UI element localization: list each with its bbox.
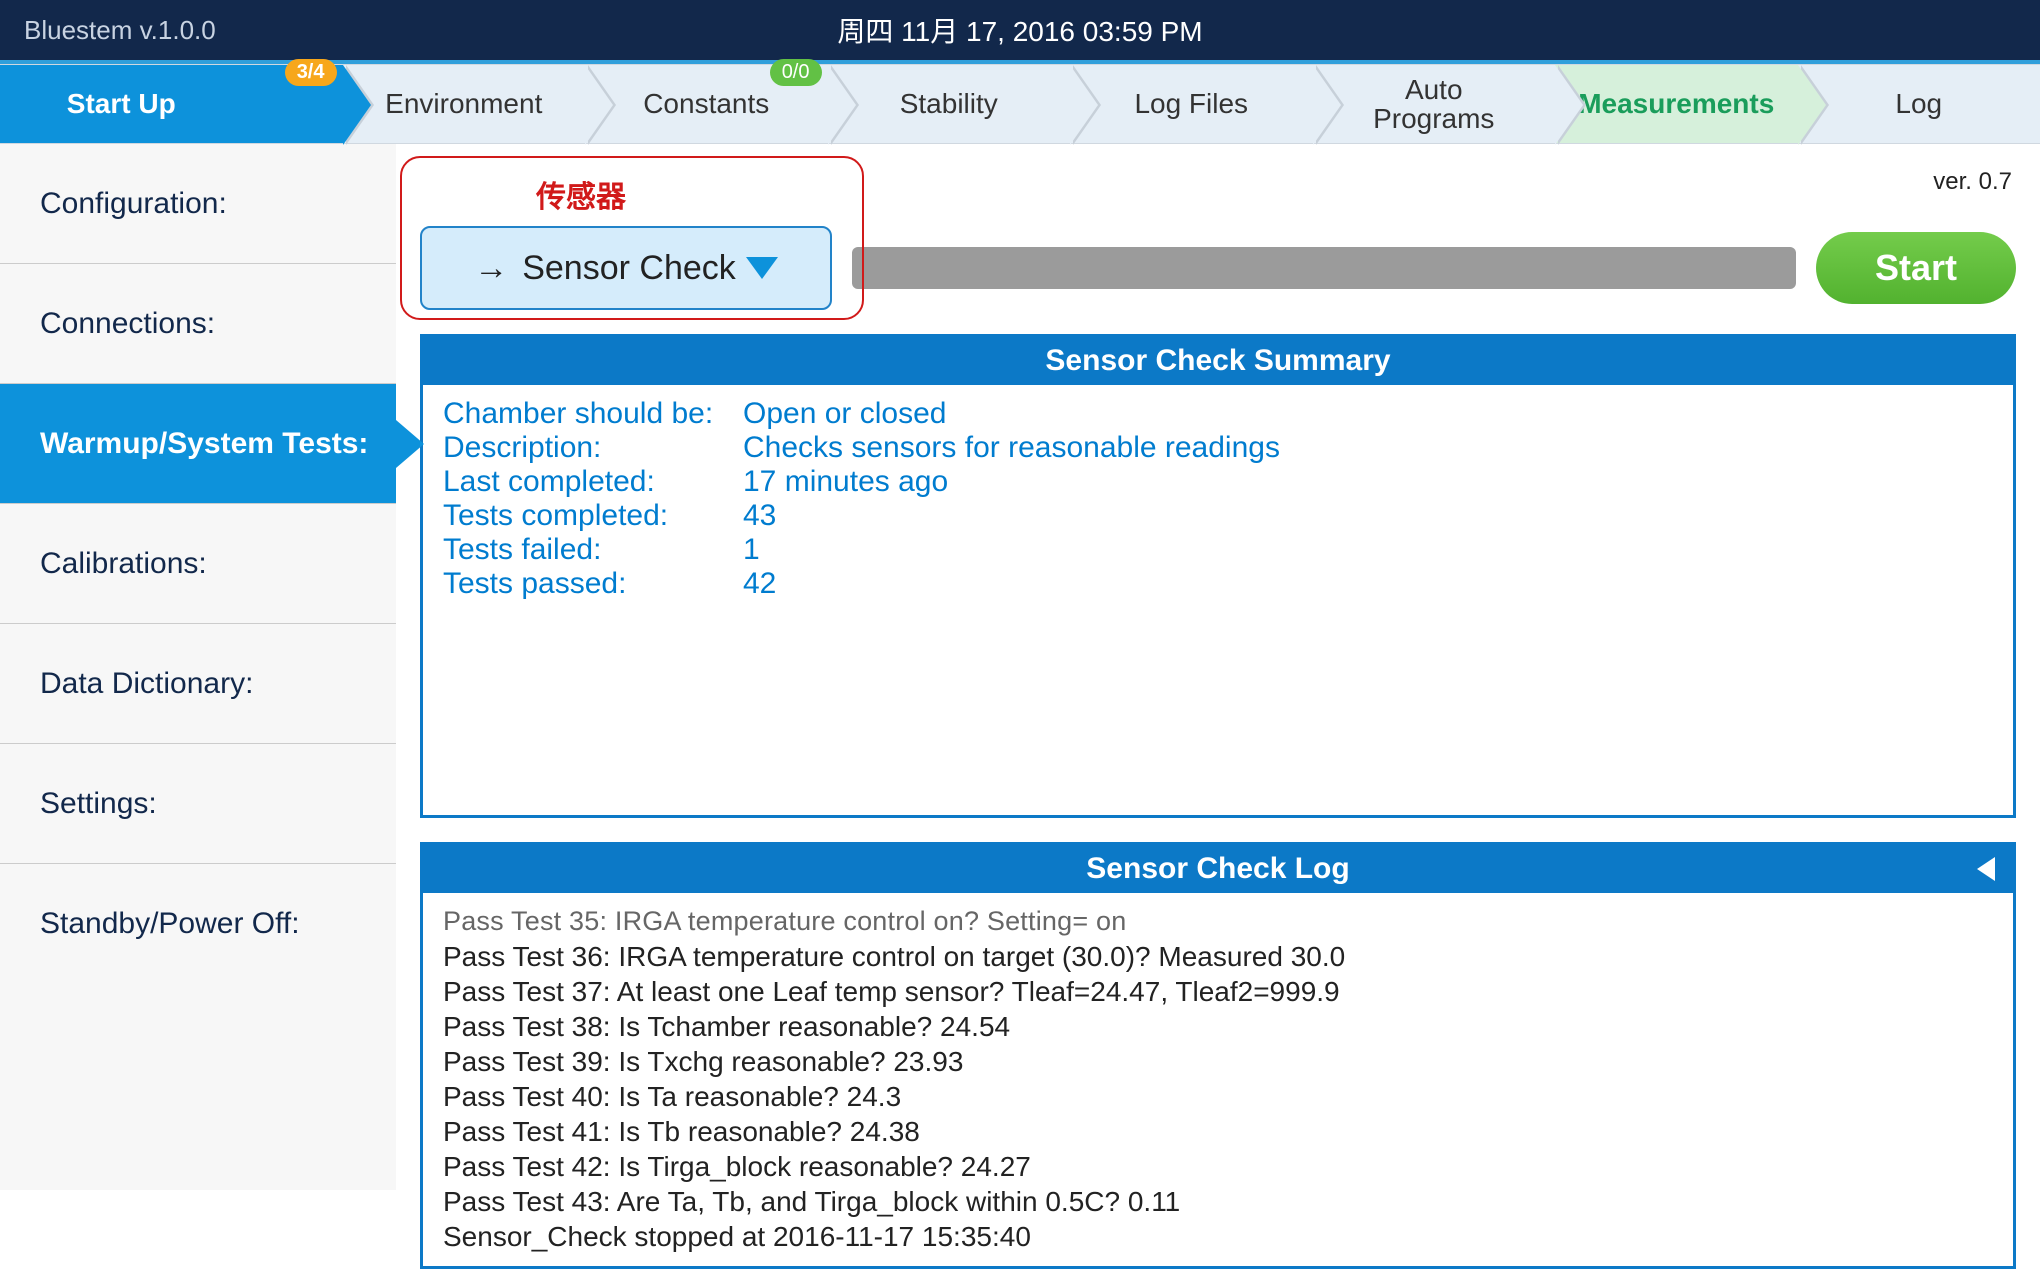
- progress-slot: [852, 247, 1796, 289]
- sidebar-item-label: Connections:: [40, 307, 215, 341]
- tab-label: Start Up: [67, 88, 176, 120]
- sidebar-item-label: Data Dictionary:: [40, 667, 253, 701]
- sidebar-item-calibrations[interactable]: Calibrations:: [0, 504, 396, 624]
- sidebar-item-label: Warmup/System Tests:: [40, 427, 368, 461]
- summary-chamber-label: Chamber should be:: [443, 397, 743, 431]
- content-version: ver. 0.7: [1933, 168, 2012, 196]
- tab-stability[interactable]: Stability: [828, 64, 1071, 144]
- summary-tests-passed-value: 42: [743, 567, 1993, 601]
- sidebar-item-configuration[interactable]: Configuration:: [0, 144, 396, 264]
- tab-environment[interactable]: Environment: [343, 64, 586, 144]
- badge-constants: 0/0: [770, 59, 822, 86]
- collapse-left-icon[interactable]: [1977, 857, 1995, 881]
- log-line-cut: Pass Test 35: IRGA temperature control o…: [443, 905, 1993, 939]
- log-line: Pass Test 42: Is Tirga_block reasonable?…: [443, 1149, 1993, 1184]
- sidebar-item-label: Settings:: [40, 787, 157, 821]
- sidebar-item-standby[interactable]: Standby/Power Off:: [0, 864, 396, 984]
- log-line: Pass Test 39: Is Txchg reasonable? 23.93: [443, 1044, 1993, 1079]
- summary-tests-failed-label: Tests failed:: [443, 533, 743, 567]
- main-area: Configuration: Connections: Warmup/Syste…: [0, 144, 2040, 1190]
- summary-tests-failed-value: 1: [743, 533, 1993, 567]
- sidebar-item-settings[interactable]: Settings:: [0, 744, 396, 864]
- sidebar-item-label: Calibrations:: [40, 547, 207, 581]
- log-line: Pass Test 36: IRGA temperature control o…: [443, 939, 1993, 974]
- summary-tests-completed-value: 43: [743, 499, 1993, 533]
- test-selector-dropdown[interactable]: → Sensor Check: [420, 226, 832, 310]
- log-line: Sensor_Check stopped at 2016-11-17 15:35…: [443, 1219, 1993, 1254]
- sidebar-item-label: Standby/Power Off:: [40, 907, 300, 941]
- tab-log[interactable]: Log: [1798, 64, 2040, 144]
- start-button[interactable]: Start: [1816, 232, 2016, 304]
- tab-label: Measurements: [1578, 88, 1774, 120]
- content-area: ver. 0.7 传感器 → Sensor Check Start Sensor…: [396, 144, 2040, 1190]
- summary-panel: Sensor Check Summary Chamber should be: …: [420, 334, 2016, 818]
- badge-startup: 3/4: [285, 59, 337, 86]
- log-body[interactable]: Pass Test 35: IRGA temperature control o…: [423, 893, 2013, 1266]
- tab-auto-programs[interactable]: Auto Programs: [1313, 64, 1556, 144]
- tab-measurements[interactable]: Measurements: [1555, 64, 1798, 144]
- log-title-text: Sensor Check Log: [1086, 852, 1349, 885]
- app-version: Bluestem v.1.0.0: [24, 15, 524, 46]
- tab-label: Log: [1895, 88, 1942, 120]
- app-header: Bluestem v.1.0.0 周四 11月 17, 2016 03:59 P…: [0, 0, 2040, 64]
- log-panel: Sensor Check Log Pass Test 35: IRGA temp…: [420, 842, 2016, 1269]
- sidebar-item-label: Configuration:: [40, 187, 227, 221]
- start-button-label: Start: [1875, 247, 1957, 289]
- log-line: Pass Test 37: At least one Leaf temp sen…: [443, 974, 1993, 1009]
- chevron-down-icon: [746, 257, 778, 279]
- log-line: Pass Test 41: Is Tb reasonable? 24.38: [443, 1114, 1993, 1149]
- tab-label: Log Files: [1134, 88, 1248, 120]
- log-line: Pass Test 40: Is Ta reasonable? 24.3: [443, 1079, 1993, 1114]
- summary-last-label: Last completed:: [443, 465, 743, 499]
- sidebar-item-warmup[interactable]: Warmup/System Tests:: [0, 384, 396, 504]
- tab-label: Environment: [385, 88, 542, 120]
- control-row: → Sensor Check Start: [420, 226, 2016, 310]
- summary-title: Sensor Check Summary: [423, 337, 2013, 385]
- summary-body: Chamber should be: Open or closed Descri…: [423, 385, 2013, 815]
- log-line: Pass Test 38: Is Tchamber reasonable? 24…: [443, 1009, 1993, 1044]
- tab-bar: Start Up 3/4 Environment Constants 0/0 S…: [0, 64, 2040, 144]
- summary-desc-label: Description:: [443, 431, 743, 465]
- tab-log-files[interactable]: Log Files: [1070, 64, 1313, 144]
- tab-constants[interactable]: Constants 0/0: [585, 64, 828, 144]
- sidebar: Configuration: Connections: Warmup/Syste…: [0, 144, 396, 1190]
- summary-last-value: 17 minutes ago: [743, 465, 1993, 499]
- tab-start-up[interactable]: Start Up 3/4: [0, 64, 343, 144]
- arrow-right-icon: →: [474, 249, 508, 288]
- summary-tests-completed-label: Tests completed:: [443, 499, 743, 533]
- annotation-cn: 传感器: [536, 172, 626, 216]
- sidebar-item-data-dictionary[interactable]: Data Dictionary:: [0, 624, 396, 744]
- selector-label: Sensor Check: [522, 249, 736, 288]
- log-title: Sensor Check Log: [423, 845, 2013, 893]
- sidebar-item-connections[interactable]: Connections:: [0, 264, 396, 384]
- summary-chamber-value: Open or closed: [743, 397, 1993, 431]
- tab-label: Auto Programs: [1373, 75, 1494, 134]
- log-line: Pass Test 43: Are Ta, Tb, and Tirga_bloc…: [443, 1184, 1993, 1219]
- summary-tests-passed-label: Tests passed:: [443, 567, 743, 601]
- summary-desc-value: Checks sensors for reasonable readings: [743, 431, 1993, 465]
- tab-label: Stability: [900, 88, 998, 120]
- app-datetime: 周四 11月 17, 2016 03:59 PM: [524, 10, 1516, 50]
- tab-label: Constants: [643, 88, 769, 120]
- log-lines: Pass Test 36: IRGA temperature control o…: [443, 939, 1993, 1254]
